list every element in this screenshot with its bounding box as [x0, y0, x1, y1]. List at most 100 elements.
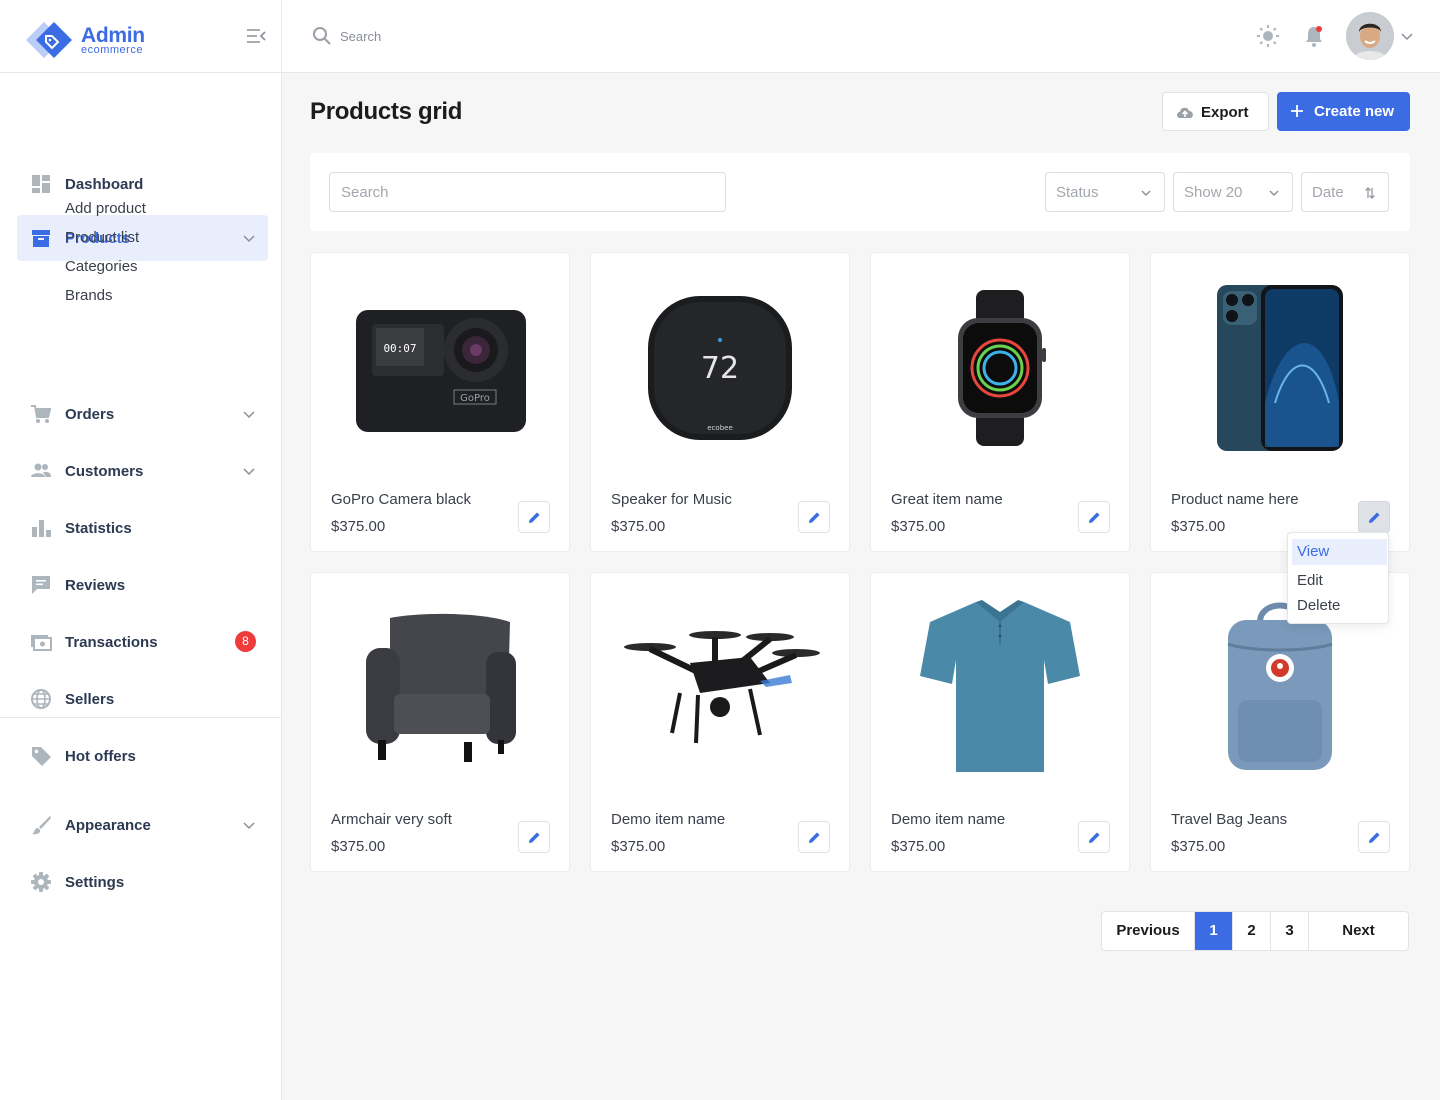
dashboard-icon [32, 175, 50, 193]
page-title: Products grid [310, 98, 463, 125]
edit-button[interactable] [798, 501, 830, 533]
smartphone-image [1161, 263, 1399, 473]
show-count-select[interactable]: Show 20 [1173, 172, 1293, 212]
edit-button[interactable] [1078, 821, 1110, 853]
sidebar-item-orders[interactable]: Orders [17, 391, 268, 437]
pencil-icon [529, 832, 540, 843]
smartwatch-image [881, 263, 1119, 473]
pagination-page-3[interactable]: 3 [1271, 912, 1309, 950]
product-price: $375.00 [611, 518, 666, 535]
archive-box-icon [32, 230, 50, 247]
pagination-next[interactable]: Next [1309, 912, 1408, 950]
status-select[interactable]: Status [1045, 172, 1165, 212]
sidebar-item-products[interactable]: Products [17, 215, 268, 261]
gopro-camera-illustration: 00:07 GoPro [356, 310, 526, 432]
pagination-page-1[interactable]: 1 [1195, 912, 1233, 950]
export-button[interactable]: Export [1162, 92, 1269, 131]
armchair-illustration [366, 613, 516, 762]
pencil-icon [529, 512, 540, 523]
dropdown-item-view[interactable]: View [1292, 539, 1387, 565]
edit-button[interactable] [798, 821, 830, 853]
submenu-brands[interactable]: Brands [65, 287, 113, 304]
backpack-illustration [1227, 602, 1333, 770]
chevron-down-icon [1141, 190, 1151, 196]
product-card[interactable]: Demo item name $375.00 [870, 572, 1130, 872]
chevron-down-icon[interactable] [1400, 29, 1414, 43]
sidebar-item-appearance[interactable]: Appearance [17, 802, 268, 848]
pencil-icon [1089, 512, 1100, 523]
edit-button[interactable] [1358, 821, 1390, 853]
product-card[interactable]: Demo item name $375.00 [590, 572, 850, 872]
header-search-input[interactable] [340, 24, 640, 48]
polo-shirt-illustration [920, 600, 1080, 772]
sidebar-item-label: Statistics [65, 519, 132, 537]
sidebar-item-label: Sellers [65, 690, 115, 708]
svg-text:GoPro: GoPro [460, 393, 490, 404]
collapse-sidebar-icon[interactable] [246, 28, 266, 44]
armchair-image [321, 583, 559, 793]
product-name: Armchair very soft [331, 811, 452, 828]
dropdown-item-edit[interactable]: Edit [1292, 568, 1387, 594]
product-card[interactable]: 00:07 GoPro GoPro Camera black $375.00 [310, 252, 570, 552]
pencil-icon [1369, 832, 1380, 843]
sidebar-item-transactions[interactable]: Transactions 8 [17, 619, 268, 665]
drone-illustration [624, 631, 820, 744]
chevron-down-icon [243, 411, 255, 419]
product-name: Demo item name [611, 811, 726, 828]
sort-icon [1365, 187, 1375, 199]
product-card[interactable]: Armchair very soft $375.00 [310, 572, 570, 872]
submenu-categories[interactable]: Categories [65, 258, 138, 275]
cloud-upload-icon [1177, 107, 1193, 118]
sidebar-item-label: Appearance [65, 816, 151, 834]
brush-icon [32, 816, 51, 835]
sidebar-item-sellers[interactable]: Sellers [17, 676, 268, 722]
product-search-input[interactable] [329, 172, 726, 212]
edit-button[interactable] [1358, 501, 1390, 533]
dropdown-item-delete[interactable]: Delete [1292, 593, 1387, 619]
pagination-page-2[interactable]: 2 [1233, 912, 1271, 950]
logo-icon[interactable] [24, 20, 76, 60]
export-label: Export [1201, 104, 1249, 121]
product-card[interactable]: Product name here $375.00 [1150, 252, 1410, 552]
sidebar-item-label: Settings [65, 873, 125, 891]
date-sort-select[interactable]: Date [1301, 172, 1389, 212]
submenu-product-list[interactable]: Product list [65, 229, 139, 246]
product-price: $375.00 [891, 518, 946, 535]
avatar[interactable] [1346, 12, 1394, 60]
edit-button[interactable] [518, 501, 550, 533]
smartwatch-illustration [958, 290, 1046, 446]
brand-subtitle: ecommerce [81, 44, 143, 56]
sidebar-item-label: Hot offers [65, 747, 136, 765]
product-card[interactable]: Great item name $375.00 [870, 252, 1130, 552]
sun-icon[interactable] [1256, 24, 1280, 48]
pencil-icon [809, 832, 820, 843]
bell-icon[interactable] [1302, 24, 1326, 48]
sidebar-item-statistics[interactable]: Statistics [17, 505, 268, 551]
sidebar-item-label: Transactions [65, 633, 158, 651]
drone-image [601, 583, 839, 793]
create-new-button[interactable]: Create new [1277, 92, 1410, 131]
product-name: Travel Bag Jeans [1171, 811, 1288, 828]
sidebar-item-hot-offers[interactable]: Hot offers [17, 733, 268, 779]
status-select-value: Status [1056, 184, 1099, 201]
search-icon [313, 27, 331, 45]
pencil-icon [1369, 512, 1380, 523]
product-price: $375.00 [611, 838, 666, 855]
svg-text:72: 72 [701, 351, 739, 386]
sidebar-item-reviews[interactable]: Reviews [17, 562, 268, 608]
brand-name: Admin [81, 24, 145, 47]
product-name: GoPro Camera black [331, 491, 472, 508]
pagination-previous[interactable]: Previous [1102, 912, 1195, 950]
edit-button[interactable] [1078, 501, 1110, 533]
sidebar-item-label: Dashboard [65, 175, 144, 193]
pencil-icon [809, 512, 820, 523]
chevron-down-icon [1269, 190, 1279, 196]
product-price: $375.00 [331, 518, 386, 535]
sidebar-item-customers[interactable]: Customers [17, 448, 268, 494]
sidebar-item-settings[interactable]: Settings [17, 859, 268, 905]
submenu-add-product[interactable]: Add product [65, 200, 146, 217]
tag-icon [32, 747, 51, 766]
product-price: $375.00 [331, 838, 386, 855]
product-card[interactable]: 72 ecobee Speaker for Music $375.00 [590, 252, 850, 552]
edit-button[interactable] [518, 821, 550, 853]
